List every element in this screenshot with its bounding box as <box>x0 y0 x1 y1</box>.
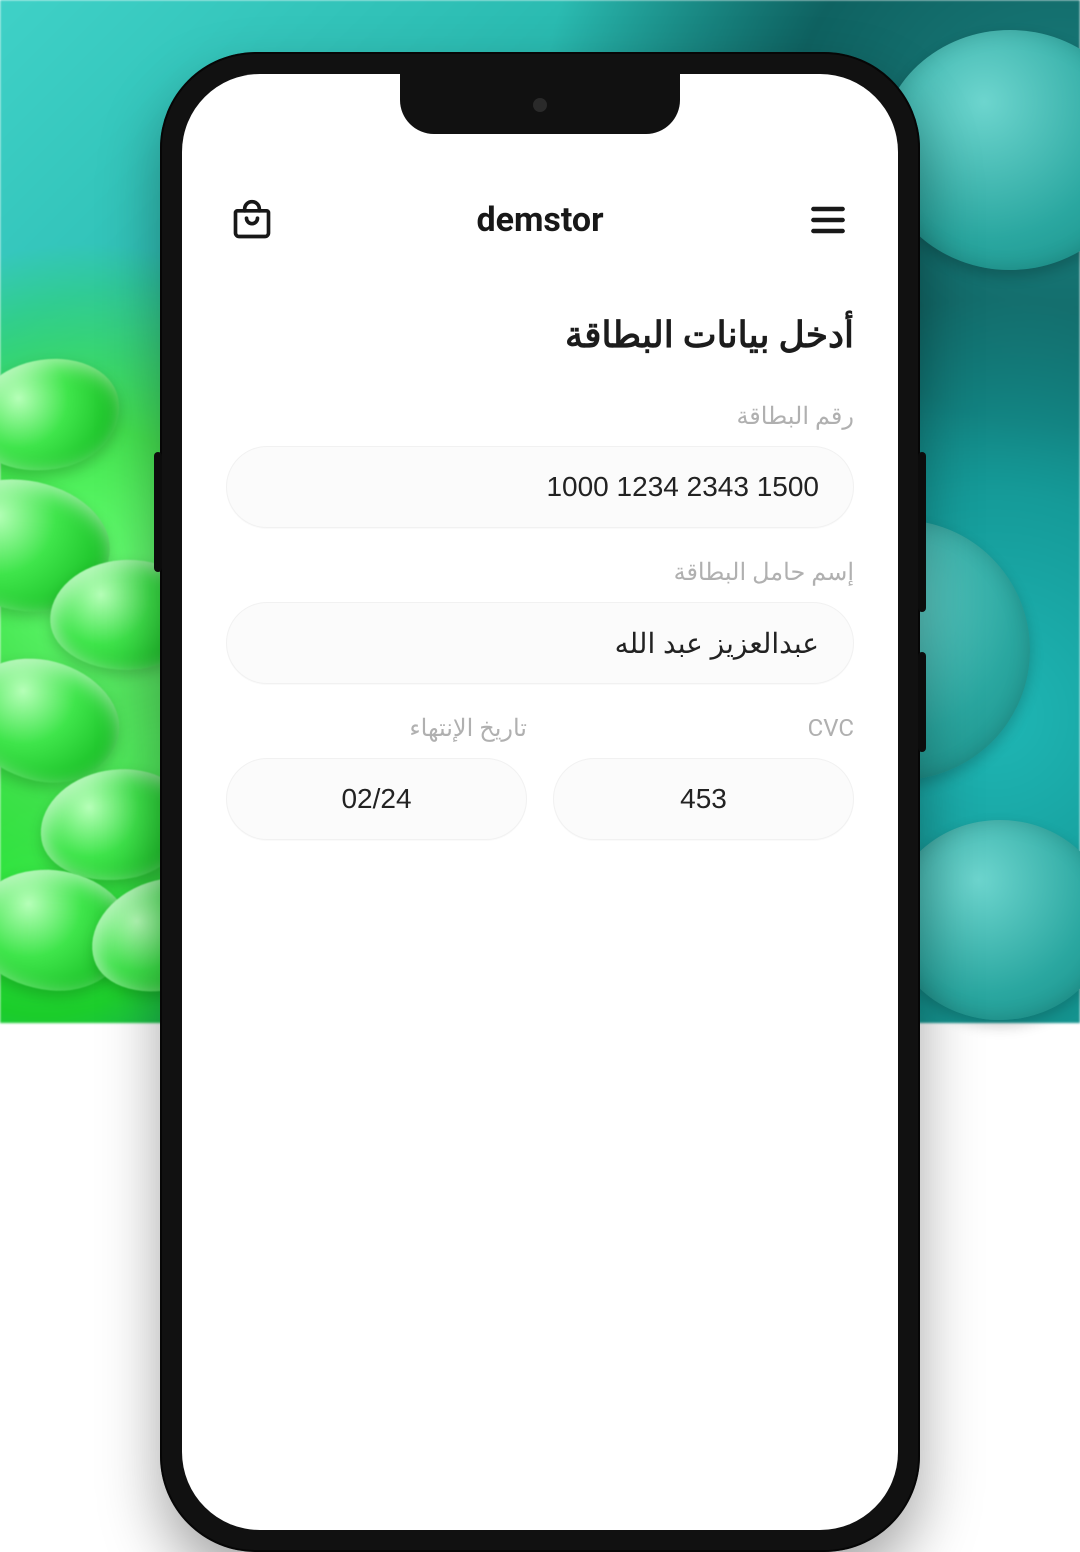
expiry-input[interactable] <box>226 758 527 840</box>
cvc-input[interactable] <box>553 758 854 840</box>
phone-frame: demstor أدخل بيانات البطاقة رقم البطاقة <box>160 52 920 1552</box>
phone-notch <box>400 74 680 134</box>
phone-screen: demstor أدخل بيانات البطاقة رقم البطاقة <box>182 74 898 1530</box>
card-holder-label: إسم حامل البطاقة <box>226 558 854 586</box>
expiry-label: تاريخ الإنتهاء <box>226 714 527 742</box>
expiry-cvc-row: CVC تاريخ الإنتهاء <box>226 714 854 840</box>
expiry-group: تاريخ الإنتهاء <box>226 714 527 840</box>
cart-button[interactable] <box>226 194 278 246</box>
shopping-bag-icon <box>230 198 274 242</box>
cvc-label: CVC <box>553 714 854 742</box>
card-holder-group: إسم حامل البطاقة <box>226 558 854 684</box>
brand-title: demstor <box>476 200 603 240</box>
form-title: أدخل بيانات البطاقة <box>226 314 854 356</box>
menu-button[interactable] <box>802 194 854 246</box>
card-number-input[interactable] <box>226 446 854 528</box>
topbar: demstor <box>226 184 854 256</box>
cvc-group: CVC <box>553 714 854 840</box>
phone-side-button <box>918 652 926 752</box>
card-form-section: أدخل بيانات البطاقة رقم البطاقة إسم حامل… <box>226 314 854 840</box>
app-root: demstor أدخل بيانات البطاقة رقم البطاقة <box>182 74 898 1530</box>
card-number-label: رقم البطاقة <box>226 402 854 430</box>
hamburger-icon <box>806 198 850 242</box>
card-holder-input[interactable] <box>226 602 854 684</box>
card-number-group: رقم البطاقة <box>226 402 854 528</box>
